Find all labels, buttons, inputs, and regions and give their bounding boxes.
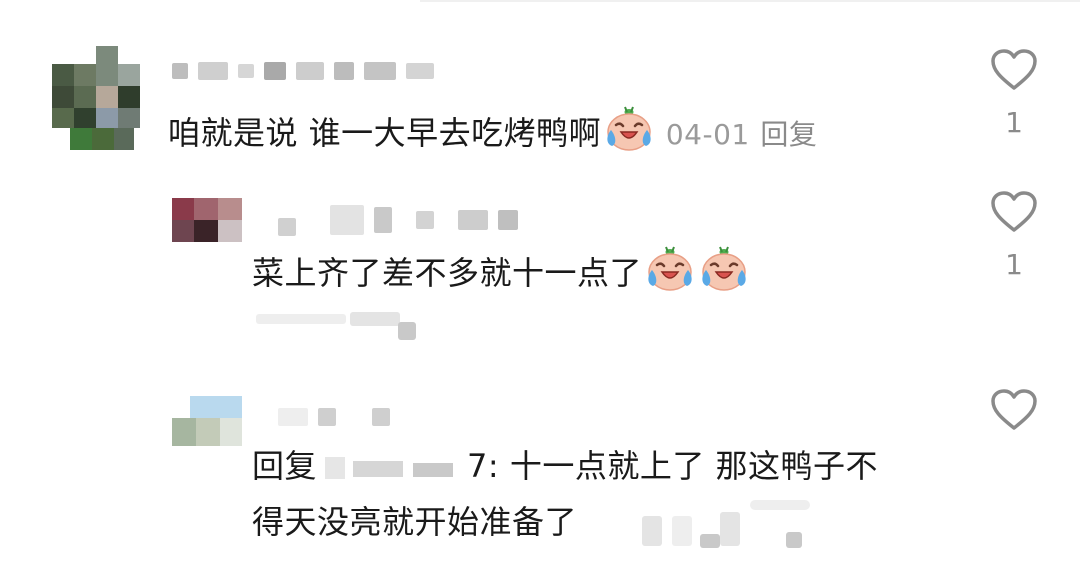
username-blurred[interactable] (278, 204, 518, 236)
mentioned-user-blurred[interactable] (317, 449, 467, 483)
like-button[interactable] (984, 388, 1044, 432)
comment-text: 咱就是说 谁一大早去吃烤鸭啊 (168, 114, 602, 152)
comment-text: 7: 十一点就上了 那这鸭子不 (467, 447, 879, 485)
avatar[interactable] (172, 396, 242, 446)
avatar[interactable] (52, 46, 140, 150)
heart-icon (991, 389, 1037, 430)
comment-body: 回复 7: 十一点就上了 那这鸭子不 (252, 446, 878, 486)
username-blurred[interactable] (278, 408, 390, 426)
like-count: 1 (1005, 248, 1023, 281)
comment-body: 菜上齐了差不多就十一点了 (252, 246, 750, 293)
crying-laughing-emoji-icon (644, 246, 696, 292)
like-button[interactable]: 1 (984, 190, 1044, 281)
comment-body-continued: 得天没亮就开始准备了 (252, 502, 577, 542)
username-blurred[interactable] (172, 62, 434, 80)
comment-text: 得天没亮就开始准备了 (252, 503, 578, 541)
comment-thread: 咱就是说 谁一大早去吃烤鸭啊 04-01 回复 1 菜上齐了差不多就十一点了 1… (0, 0, 1080, 568)
divider (420, 0, 1080, 2)
crying-laughing-emoji-icon (698, 246, 750, 292)
like-count: 1 (1005, 106, 1023, 139)
reply-prefix: 回复 (252, 447, 318, 485)
reply-button[interactable]: 回复 (760, 118, 817, 151)
avatar[interactable] (172, 198, 242, 242)
like-button[interactable]: 1 (984, 48, 1044, 139)
heart-icon (991, 191, 1037, 232)
comment-body: 咱就是说 谁一大早去吃烤鸭啊 04-01 回复 (168, 106, 817, 155)
comment-text: 菜上齐了差不多就十一点了 (252, 254, 643, 292)
heart-icon (991, 49, 1037, 90)
crying-laughing-emoji-icon (603, 106, 655, 152)
comment-date: 04-01 (665, 118, 750, 151)
